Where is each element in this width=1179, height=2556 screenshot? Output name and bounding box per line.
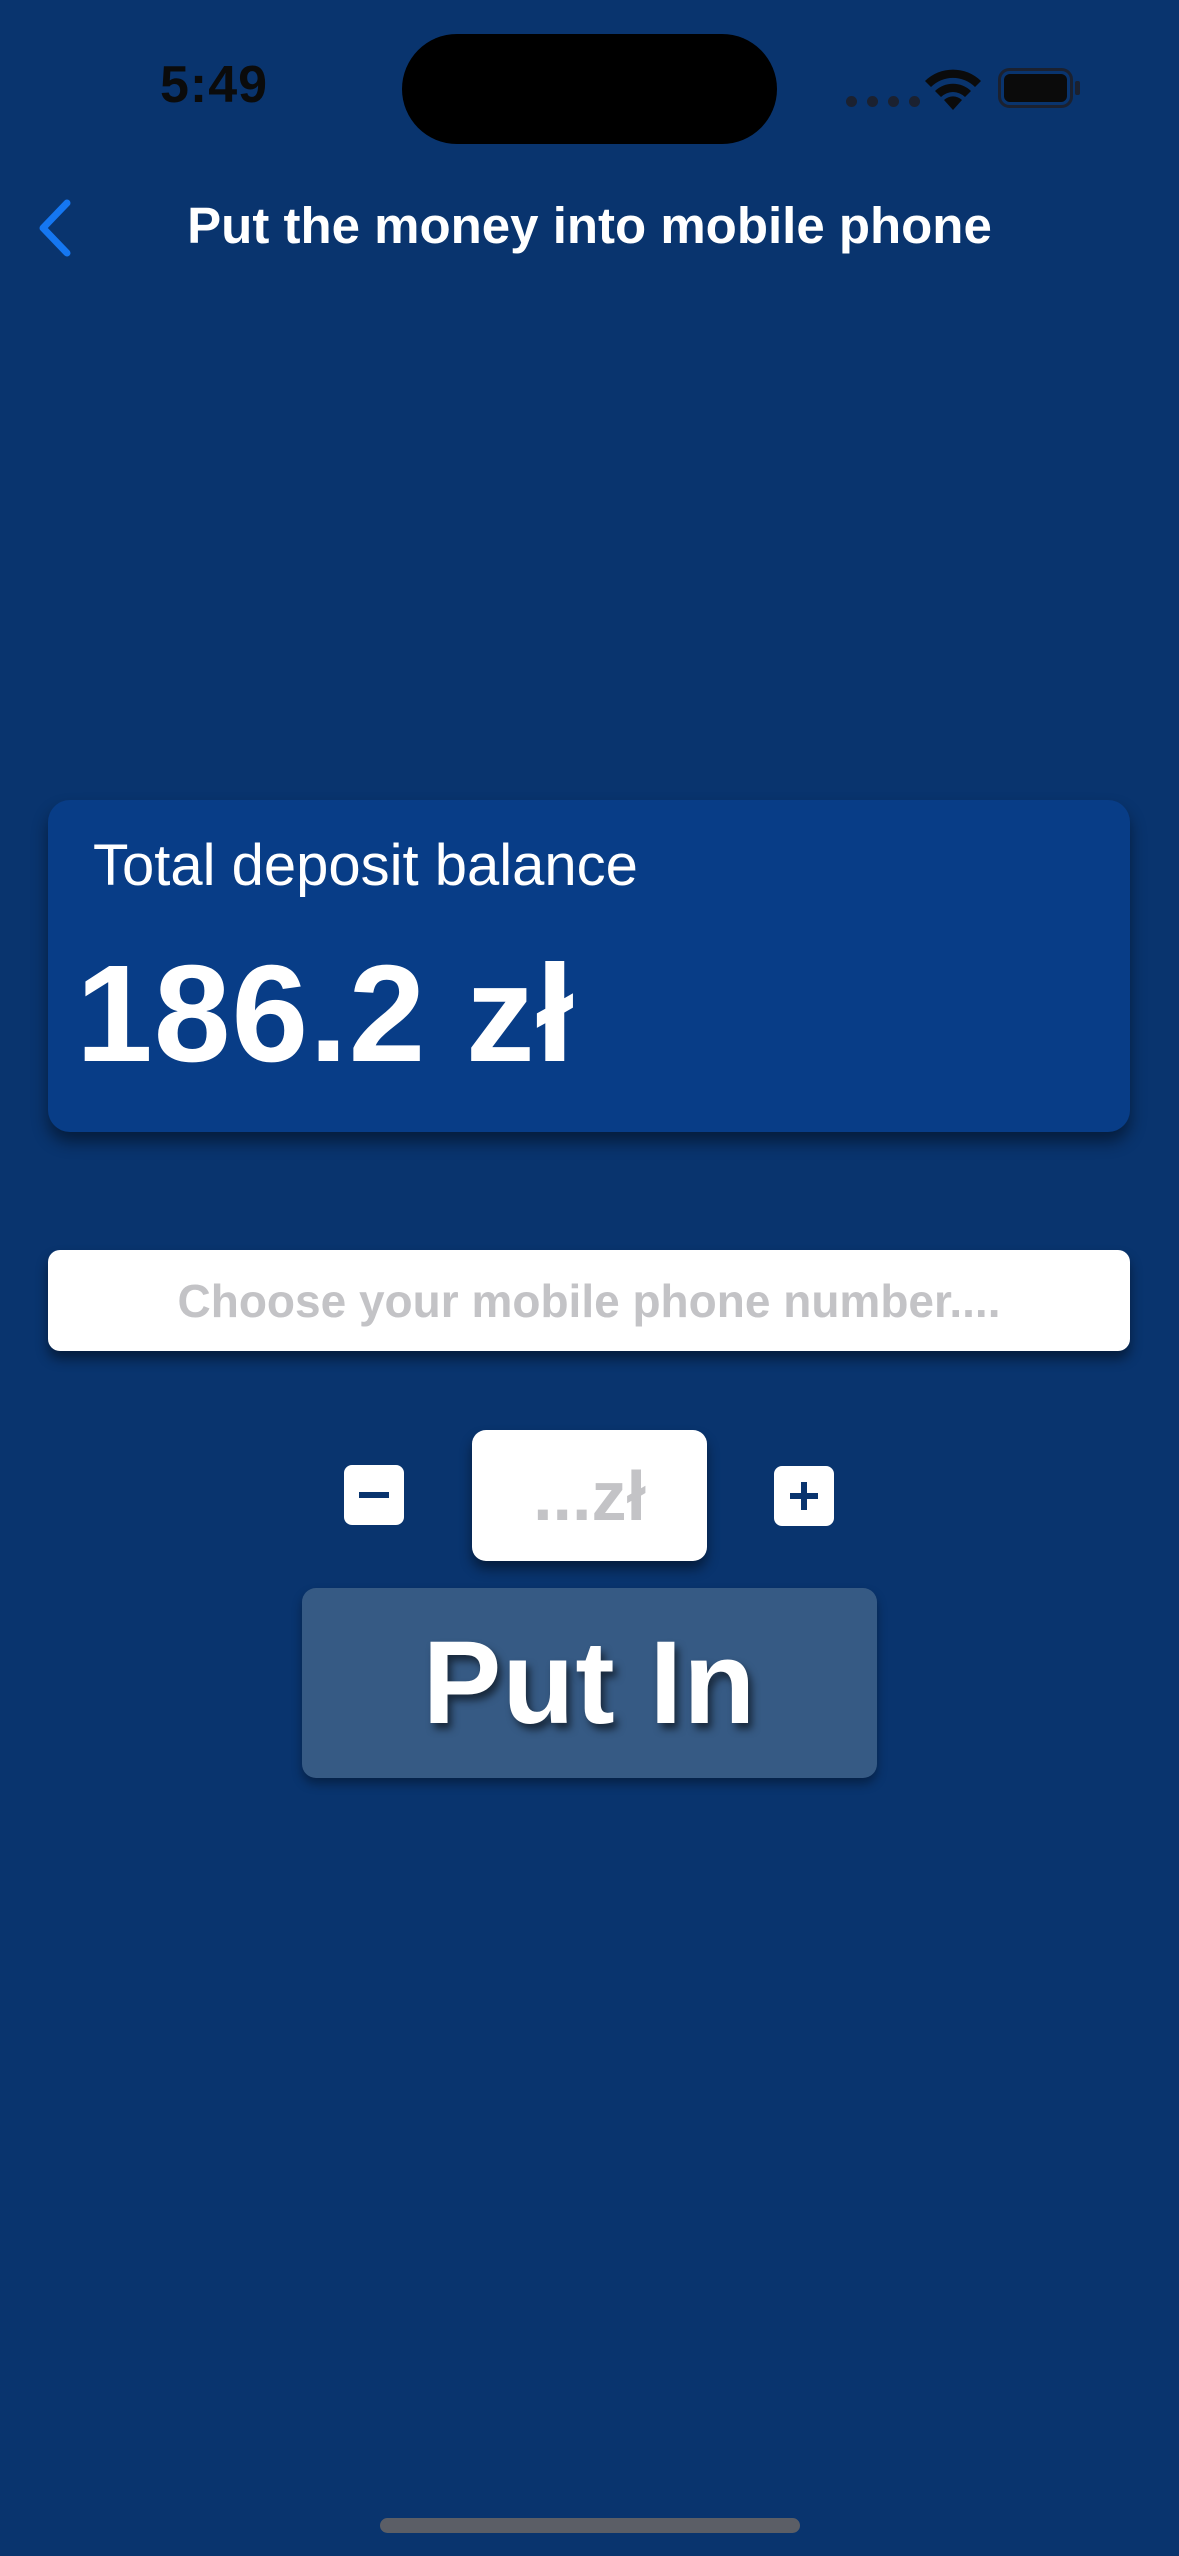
put-in-button[interactable]: Put In	[302, 1588, 877, 1778]
cellular-dots-icon	[846, 96, 920, 107]
amount-placeholder: ...zł	[533, 1456, 646, 1535]
balance-label: Total deposit balance	[93, 833, 638, 898]
decrement-button[interactable]	[344, 1465, 404, 1525]
plus-icon	[790, 1482, 818, 1510]
status-time: 5:49	[160, 56, 269, 114]
battery-icon	[998, 68, 1080, 108]
balance-card: Total deposit balance 186.2 zł	[48, 800, 1130, 1132]
increment-button[interactable]	[774, 1466, 834, 1526]
put-in-label: Put In	[422, 1617, 757, 1749]
page-title: Put the money into mobile phone	[187, 197, 992, 254]
dynamic-island	[402, 34, 777, 144]
home-indicator[interactable]	[380, 2518, 800, 2533]
balance-amount: 186.2 zł	[76, 937, 576, 1091]
phone-number-placeholder: Choose your mobile phone number....	[177, 1274, 1001, 1327]
amount-input[interactable]: ...zł	[472, 1430, 707, 1561]
wifi-icon	[925, 69, 981, 110]
phone-number-picker[interactable]: Choose your mobile phone number....	[48, 1250, 1130, 1351]
minus-icon	[359, 1492, 389, 1498]
